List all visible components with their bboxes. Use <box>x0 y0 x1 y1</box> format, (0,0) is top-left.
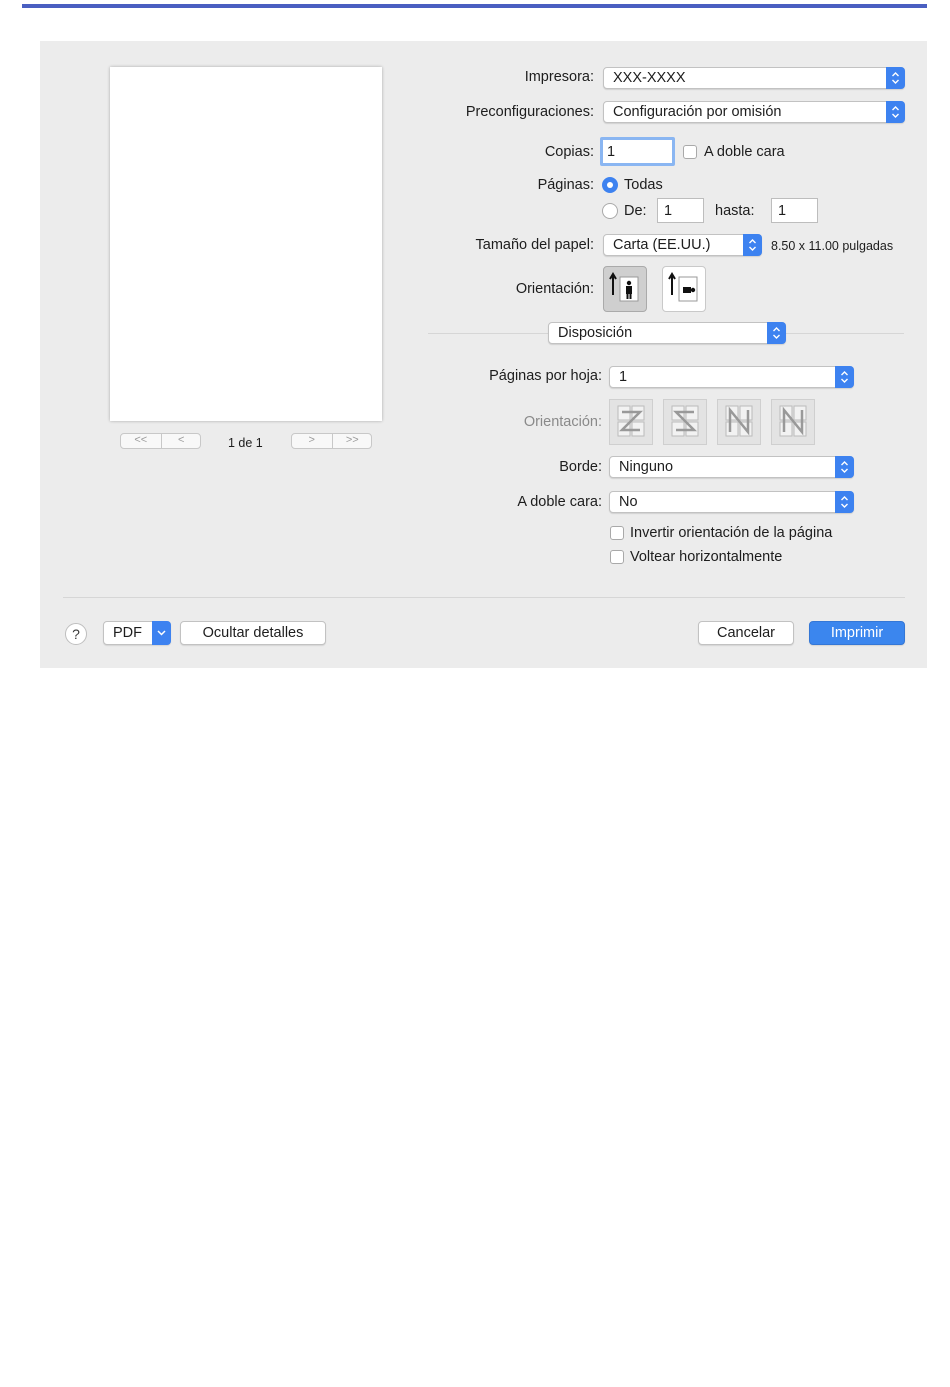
copies-value: 1 <box>607 144 616 160</box>
chevron-updown-icon <box>767 322 786 344</box>
paper-size-value: Carta (EE.UU.) <box>613 237 711 253</box>
pdf-label: PDF <box>113 625 142 641</box>
cancel-button[interactable]: Cancelar <box>698 621 794 645</box>
preview-nav-back: << < <box>120 433 201 449</box>
separator-right <box>786 333 904 334</box>
border-value: Ninguno <box>619 459 674 475</box>
pages-per-sheet-popup[interactable]: 1 <box>609 366 854 388</box>
pages-to-field[interactable]: 1 <box>771 198 818 223</box>
hide-details-button[interactable]: Ocultar detalles <box>180 621 326 645</box>
printer-label: Impresora: <box>524 69 594 85</box>
pages-from-label: De: <box>624 203 647 219</box>
layout-n-icon[interactable] <box>771 399 815 445</box>
landscape-orientation-button[interactable] <box>662 266 706 312</box>
top-rule <box>22 4 927 8</box>
presets-label: Preconfiguraciones: <box>465 104 594 120</box>
chevron-updown-icon <box>835 456 854 478</box>
chevron-updown-icon <box>743 234 762 256</box>
portrait-orientation-button[interactable] <box>603 266 647 312</box>
pages-range-radio[interactable] <box>602 203 618 219</box>
duplex-checkbox[interactable] <box>683 145 697 159</box>
next-page-button[interactable]: > <box>292 434 332 448</box>
pages-label: Páginas: <box>537 177 594 193</box>
copies-label: Copias: <box>544 144 594 160</box>
paper-dimensions: 8.50 x 11.00 pulgadas <box>771 239 894 253</box>
pages-to-label: hasta: <box>715 203 755 219</box>
pages-all-radio[interactable] <box>602 177 618 193</box>
section-value: Disposición <box>558 325 633 341</box>
chevron-updown-icon <box>835 491 854 513</box>
duplex-label: A doble cara <box>704 144 785 160</box>
separator-left <box>428 333 548 334</box>
chevron-updown-icon <box>886 67 905 89</box>
pages-all-label: Todas <box>624 177 663 193</box>
presets-popup[interactable]: Configuración por omisión <box>603 101 905 123</box>
two-sided-label: A doble cara: <box>517 494 602 510</box>
pdf-menu-button[interactable]: PDF <box>103 621 171 645</box>
pages-per-sheet-label: Páginas por hoja: <box>489 368 602 384</box>
two-sided-popup[interactable]: No <box>609 491 854 513</box>
prev-page-button[interactable]: < <box>160 434 202 448</box>
portrait-icon <box>609 272 639 302</box>
two-sided-value: No <box>619 494 638 510</box>
page-counter: 1 de 1 <box>228 436 263 450</box>
border-popup[interactable]: Ninguno <box>609 456 854 478</box>
flip-horizontal-checkbox[interactable] <box>610 550 624 564</box>
printer-value: XXX-XXXX <box>613 70 686 86</box>
pages-from-field[interactable]: 1 <box>657 198 704 223</box>
border-label: Borde: <box>559 459 602 475</box>
pages-from-value: 1 <box>664 203 673 219</box>
print-button[interactable]: Imprimir <box>809 621 905 645</box>
help-button[interactable]: ? <box>65 623 87 645</box>
layout-n-reverse-icon[interactable] <box>717 399 761 445</box>
layout-direction-label: Orientación: <box>523 414 602 430</box>
chevron-updown-icon <box>886 101 905 123</box>
preview-nav-forward: > >> <box>291 433 372 449</box>
orientation-label: Orientación: <box>515 281 594 297</box>
landscape-icon <box>668 272 698 302</box>
print-dialog: << < 1 de 1 > >> Impresora: XXX-XXXX Pre… <box>40 41 927 668</box>
pages-to-value: 1 <box>778 203 787 219</box>
chevron-updown-icon <box>835 366 854 388</box>
reverse-orientation-label: Invertir orientación de la página <box>630 525 833 541</box>
section-popup[interactable]: Disposición <box>548 322 786 344</box>
page-preview <box>110 67 382 421</box>
reverse-orientation-checkbox[interactable] <box>610 526 624 540</box>
first-page-button[interactable]: << <box>121 434 161 448</box>
presets-value: Configuración por omisión <box>613 104 782 120</box>
layout-z-icon[interactable] <box>609 399 653 445</box>
pages-per-sheet-value: 1 <box>619 369 628 385</box>
paper-size-label: Tamaño del papel: <box>475 237 595 253</box>
paper-size-popup[interactable]: Carta (EE.UU.) <box>603 234 762 256</box>
last-page-button[interactable]: >> <box>331 434 373 448</box>
layout-s-icon[interactable] <box>663 399 707 445</box>
flip-horizontal-label: Voltear horizontalmente <box>630 549 783 565</box>
printer-popup[interactable]: XXX-XXXX <box>603 67 905 89</box>
footer-separator <box>63 597 905 598</box>
copies-field[interactable]: 1 <box>600 137 675 166</box>
chevron-down-icon <box>152 621 171 645</box>
